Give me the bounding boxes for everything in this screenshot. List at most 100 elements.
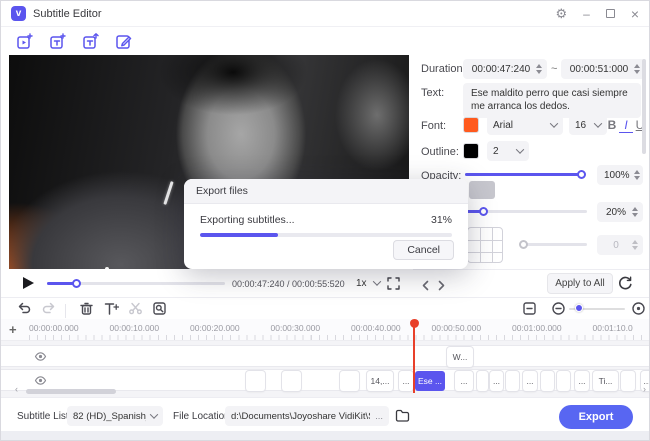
close-button[interactable]: × [631,7,639,21]
subtitle-clip[interactable]: Ese ... [415,371,445,391]
subtitle-clip[interactable] [246,371,265,391]
export-button[interactable]: Export [559,405,633,429]
spinner-arrows-icon[interactable] [633,170,640,180]
outline-size-value: 2 [493,145,499,157]
bottom-bar: Subtitle List: 82 (HD)_Spanish_1 File Lo… [1,397,649,433]
playhead-line[interactable] [413,321,415,393]
subtitle-clip[interactable] [477,371,488,391]
opacity-slider-knob[interactable] [577,170,586,179]
settings-gear-icon[interactable]: ⚙ [555,7,567,20]
subtitle-track-2[interactable]: 14,...... Ese ............... Ti...... [1,369,649,391]
subtitle-clip[interactable] [340,371,359,391]
font-size-value: 16 [575,119,587,131]
font-family-value: Arial [493,119,514,131]
refresh-icon[interactable] [617,275,633,296]
subtitle-clip[interactable]: W... [447,347,473,367]
font-color-swatch[interactable] [463,117,479,133]
subtitle-clip[interactable] [506,371,519,391]
subtitle-clip[interactable]: ... [399,371,413,391]
edit-subtitle-icon[interactable] [115,33,133,51]
previous-icon[interactable] [421,278,430,296]
file-location-input[interactable]: d:\Documents\Joyoshare VidiKit\Subtitle … [225,406,389,426]
subtitle-clip[interactable]: Ti... [593,371,618,391]
timeline-zoom-knob[interactable] [575,304,583,312]
position-slider-knob[interactable] [519,240,528,249]
bold-button[interactable]: B [605,118,619,132]
outline-color-swatch[interactable] [463,143,479,159]
opacity-spinner[interactable]: 100% [597,165,643,185]
subtitle-list-select[interactable]: 82 (HD)_Spanish_1 [67,406,163,426]
browse-more-button[interactable]: ... [375,411,383,422]
eye-icon[interactable] [34,350,47,368]
resize-handle[interactable] [104,266,110,269]
subtitle-clip[interactable] [541,371,554,391]
background-color-swatch[interactable] [469,181,495,199]
duration-start-value: 00:00:47:240 [471,63,531,75]
find-subtitle-icon[interactable] [152,301,167,321]
next-icon[interactable] [437,278,446,296]
fullscreen-icon[interactable] [387,277,400,295]
delete-icon[interactable] [79,301,94,321]
playback-speed-select[interactable]: 1x [350,273,386,293]
add-track-button[interactable]: + [9,322,17,337]
panel-scrollbar[interactable] [642,59,646,154]
subtitle-clip[interactable] [557,371,570,391]
italic-button[interactable]: I [619,118,633,133]
add-subtitle-icon[interactable] [82,32,100,51]
spinner-arrows-icon[interactable] [634,64,640,74]
zoom-out-icon[interactable] [551,301,566,321]
position-slider[interactable] [521,243,587,246]
undo-icon[interactable] [17,301,32,321]
playhead[interactable] [409,319,419,328]
font-family-select[interactable]: Arial [487,115,563,135]
size-slider[interactable] [457,210,587,213]
subtitle-clip[interactable]: ... [490,371,503,391]
scroll-left-icon[interactable]: ‹ [15,384,18,394]
import-video-icon[interactable] [16,32,34,51]
redo-icon[interactable] [41,301,56,321]
spinner-arrows-icon[interactable] [632,207,638,217]
subtitle-clip[interactable]: 14,... [367,371,393,391]
main-toolbar [1,28,133,55]
position-spinner[interactable]: 0 [597,235,643,255]
duration-end-spinner[interactable]: 00:00:51:000 [561,59,645,79]
ruler-label: 00:00:10.000 [109,323,160,333]
folder-icon[interactable] [395,409,410,427]
import-subtitle-icon[interactable] [49,32,67,51]
subtitle-list-value: 82 (HD)_Spanish_1 [73,410,146,422]
subtitle-clip[interactable]: ... [455,371,473,391]
subtitle-text-input[interactable]: Ese maldito perro que casi siempre me ar… [463,83,641,118]
timeline-hscrollbar[interactable] [26,389,116,394]
minimize-button[interactable]: – [583,8,590,20]
ruler-label: 00:00:30.000 [270,323,321,333]
position-grid-icon[interactable] [467,227,503,263]
file-location-label: File Location: [173,411,233,422]
opacity-slider[interactable] [465,173,585,176]
scroll-right-icon[interactable]: › [643,384,646,394]
outline-size-select[interactable]: 2 [487,141,529,161]
zoom-in-icon[interactable] [631,301,646,321]
size-slider-knob[interactable] [479,207,488,216]
subtitle-track-1[interactable]: W... [1,345,649,367]
spinner-arrows-icon[interactable] [632,240,638,250]
size-spinner[interactable]: 20% [597,202,643,222]
subtitle-clip[interactable] [282,371,301,391]
cut-icon[interactable] [128,301,143,321]
text-label: Text: [421,87,445,99]
subtitle-clip[interactable]: ... [575,371,589,391]
apply-to-all-button[interactable]: Apply to All [547,273,613,294]
play-button[interactable] [23,277,34,289]
cancel-button[interactable]: Cancel [393,240,454,260]
subtitle-clip[interactable] [621,371,635,391]
spinner-arrows-icon[interactable] [536,64,542,74]
ruler-label: 00:01:00.000 [512,323,562,333]
ruler-ticks [29,335,649,340]
fit-timeline-icon[interactable] [522,301,537,321]
duration-start-spinner[interactable]: 00:00:47:240 [463,59,547,79]
add-text-icon[interactable] [103,301,120,321]
timeline-ruler[interactable]: 00:00:00.000 00:00:10.000 00:00:20.000 00:0… [1,319,649,341]
maximize-button[interactable] [605,9,615,18]
subtitle-clip[interactable]: ... [523,371,537,391]
seek-slider-knob[interactable] [72,279,81,288]
font-size-select[interactable]: 16 [569,115,607,135]
